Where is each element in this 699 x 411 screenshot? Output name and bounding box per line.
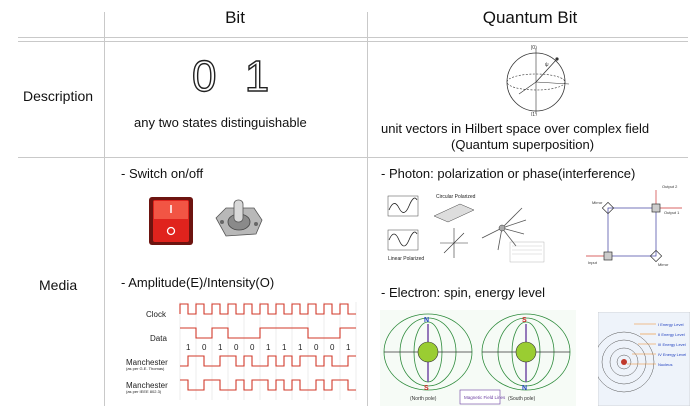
manchester1-note: (as per G.E. Thomas)	[126, 366, 165, 371]
svg-text:Circular Polarized: Circular Polarized	[436, 194, 476, 200]
manchester2-signal	[180, 379, 356, 391]
svg-text:ψ: ψ	[545, 62, 549, 68]
north-pole-label: (North pole)	[410, 396, 437, 402]
spin1-north: N	[424, 317, 429, 324]
input-label: Input	[588, 260, 598, 265]
energy-levels-diagram: I Energy Level II Energy Level III Energ…	[598, 312, 690, 406]
qubit-description-line1: unit vectors in Hilbert space over compl…	[381, 121, 650, 136]
data-bit-label: 0	[314, 343, 319, 352]
qubit-media-photon: - Photon: polarization or phase(interfer…	[381, 166, 636, 181]
qubit-media-electron: - Electron: spin, energy level	[381, 285, 546, 300]
clock-label: Clock	[146, 310, 167, 319]
data-bit-label: 1	[298, 343, 303, 352]
energy-level-4: IV Energy Level	[658, 352, 686, 357]
svg-text:|1⟩: |1⟩	[531, 112, 537, 116]
data-bit-label: 1	[218, 343, 223, 352]
field-lines-label: Magnetic Field Lines	[464, 395, 506, 400]
toggle-switch-image	[215, 199, 263, 237]
output1-label: Output 1	[664, 210, 680, 215]
bit-digits: 0 1	[191, 51, 278, 101]
manchester2-note: (as per IEEE 802.3)	[126, 389, 162, 394]
data-bit-label: 0	[330, 343, 335, 352]
output2-label: Output 2	[662, 184, 678, 189]
row-label-description: Description	[23, 88, 94, 104]
energy-level-1: I Energy Level	[658, 322, 684, 327]
data-bit-label: 0	[250, 343, 255, 352]
data-signal	[180, 327, 356, 339]
data-bit-label: 0	[234, 343, 239, 352]
data-bit-label: 0	[202, 343, 207, 352]
interferometer-diagram: Mirror Mirror Output 2 Output 1 Input	[586, 184, 682, 267]
bit-media-amplitude: - Amplitude(E)/Intensity(O)	[121, 275, 275, 290]
rocker-switch-image	[149, 197, 193, 245]
spin1-south: S	[424, 385, 429, 392]
data-bit-label: 1	[346, 343, 351, 352]
row-label-media: Media	[39, 277, 78, 293]
svg-text:Linear Polarized: Linear Polarized	[388, 256, 424, 262]
nucleus-label: Nucleus	[658, 362, 672, 367]
header-bit: Bit	[225, 8, 245, 27]
data-bit-label: 1	[282, 343, 287, 352]
column-divider-middle	[367, 12, 368, 406]
data-bit-label: 1	[266, 343, 271, 352]
column-divider-left	[104, 12, 105, 406]
data-label: Data	[150, 334, 167, 343]
bloch-sphere-diagram: |0⟩ |1⟩ ψ	[506, 45, 570, 116]
energy-level-3: III Energy Level	[658, 342, 686, 347]
header-divider-top	[18, 37, 688, 38]
spin2-south: S	[522, 317, 527, 324]
bit-media-switch: - Switch on/off	[121, 166, 204, 181]
qubit-description-line2: (Quantum superposition)	[451, 137, 595, 152]
electron-spin-diagram: N S S N (North pole) (South pole) Magnet…	[380, 310, 576, 406]
mirror-label-bottom: Mirror	[658, 262, 669, 267]
south-pole-label: (South pole)	[508, 396, 536, 402]
mirror-label-top: Mirror	[592, 200, 603, 205]
manchester-timing-diagram: 1 0 1 0 0 1 1 1 0 0 1	[179, 302, 357, 400]
row-divider	[18, 157, 688, 158]
photon-polarization-figure: Linear Polarized Circular Polarized	[387, 194, 545, 263]
spin2-north: N	[522, 385, 527, 392]
header-divider-bottom	[18, 41, 688, 42]
manchester1-signal	[180, 355, 356, 367]
svg-text:|0⟩: |0⟩	[531, 45, 537, 51]
header-quantum-bit: Quantum Bit	[482, 8, 578, 27]
clock-signal	[179, 303, 356, 315]
energy-level-2: II Energy Level	[658, 332, 685, 337]
data-bit-label: 1	[186, 343, 191, 352]
bit-description: any two states distinguishable	[134, 115, 307, 130]
